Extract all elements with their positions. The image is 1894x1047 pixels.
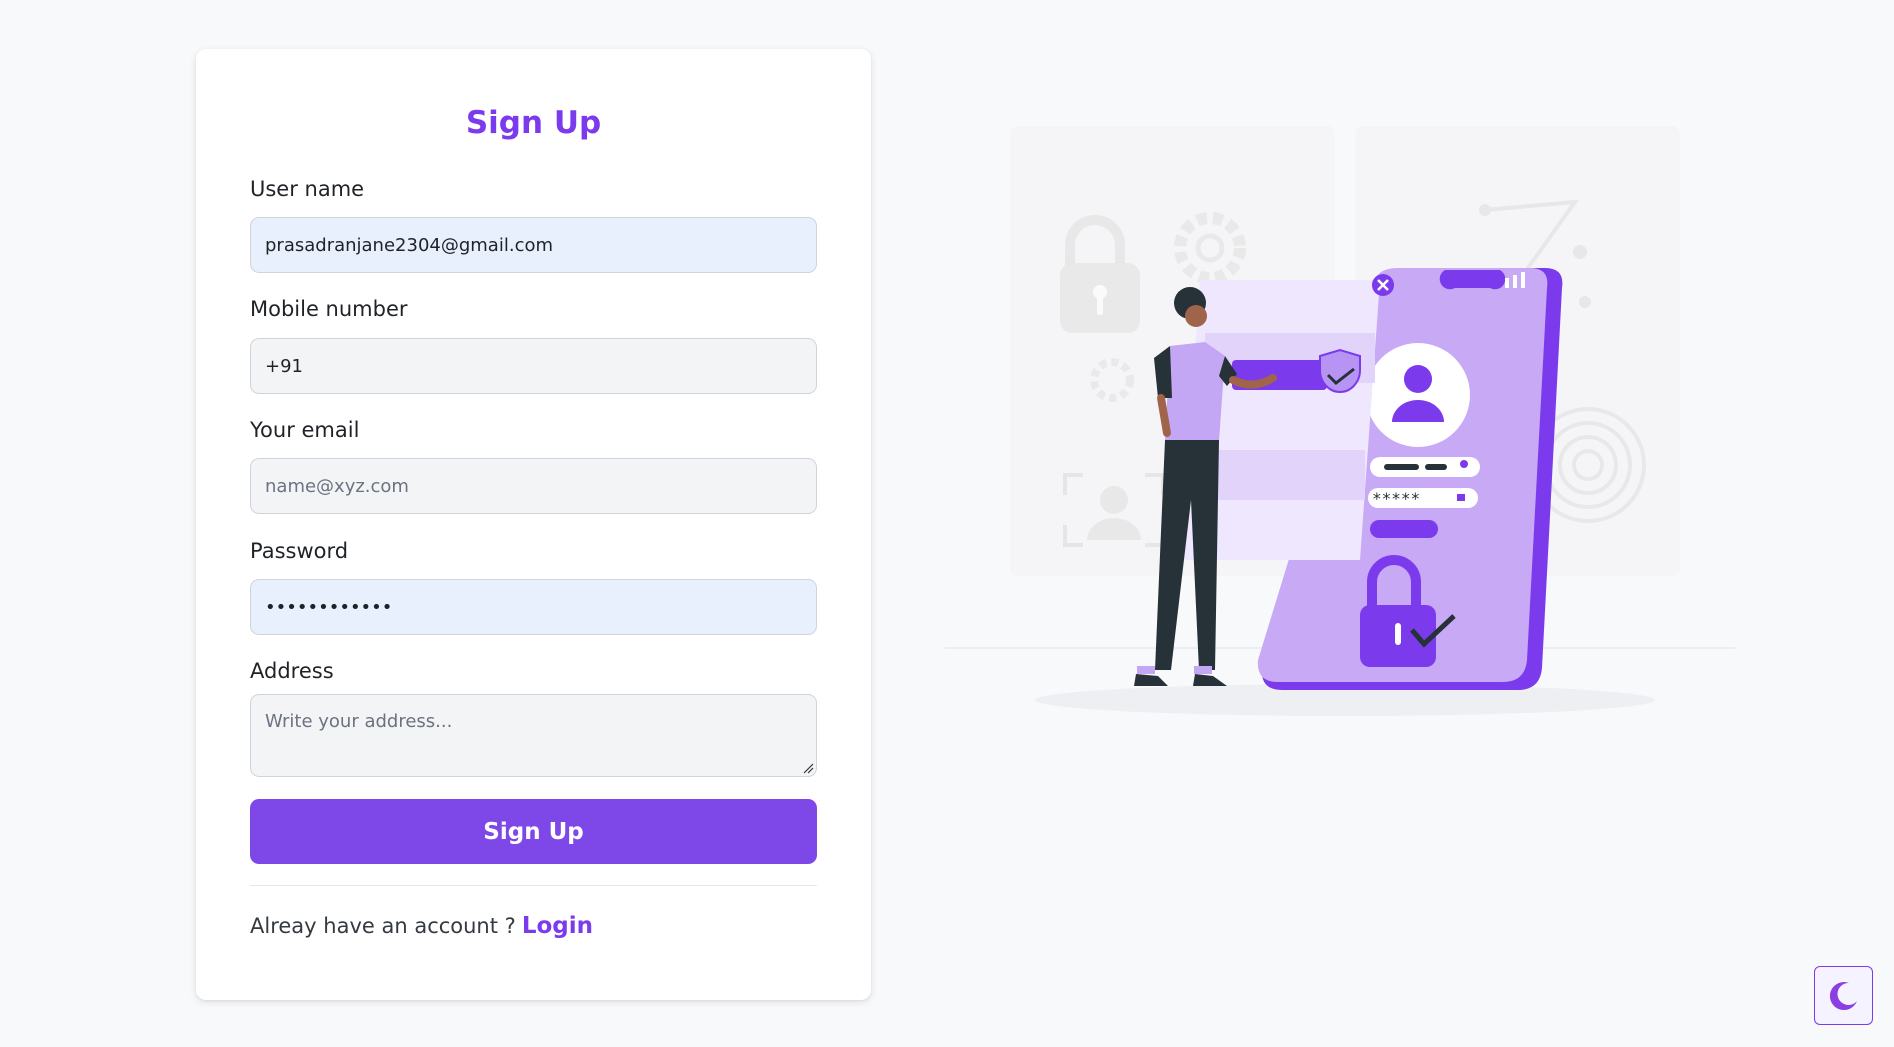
network-node-icon xyxy=(1579,296,1591,308)
username-label: User name xyxy=(250,177,365,201)
password-mask: ***** xyxy=(1372,489,1420,508)
username-dash-icon xyxy=(1425,464,1447,470)
network-node-icon xyxy=(1573,245,1587,259)
signal-bars-icon xyxy=(1505,278,1509,288)
big-lock-keyhole-icon xyxy=(1395,623,1401,645)
moon-icon xyxy=(1829,981,1857,1010)
user-icon xyxy=(1404,365,1432,393)
avatar-circle xyxy=(1366,343,1470,447)
mobile-input[interactable]: +91 xyxy=(250,338,817,394)
shield-icon xyxy=(1319,348,1361,394)
email-placeholder: name@xyz.com xyxy=(265,475,409,497)
mini-lock-icon xyxy=(1457,494,1465,501)
mini-user-icon xyxy=(1460,460,1468,468)
login-panel-row xyxy=(1195,450,1365,500)
username-input[interactable]: prasadranjane2304@gmail.com xyxy=(250,217,817,273)
login-prompt-text: Alreay have an account ? xyxy=(250,914,516,938)
address-textarea[interactable]: Write your address... xyxy=(250,694,817,777)
person-sock xyxy=(1194,666,1212,674)
login-pill xyxy=(1370,520,1438,538)
person-vest xyxy=(1165,342,1225,441)
email-input[interactable]: name@xyz.com xyxy=(250,458,817,514)
username-value: prasadranjane2304@gmail.com xyxy=(265,234,554,256)
signal-bars-icon xyxy=(1513,275,1517,288)
username-dash-icon xyxy=(1384,464,1419,470)
keyhole-slot-icon xyxy=(1097,295,1103,315)
mobile-value: +91 xyxy=(265,355,303,377)
password-input[interactable]: •••••••••••• xyxy=(250,579,817,635)
page-title: Sign Up xyxy=(465,105,602,141)
mobile-login-security-illustration: ***** xyxy=(945,126,1735,716)
person-shoe xyxy=(1193,674,1227,686)
signup-button[interactable]: Sign Up xyxy=(250,799,817,864)
network-node-icon xyxy=(1479,204,1491,216)
signal-bars-icon xyxy=(1521,272,1525,288)
person-sock xyxy=(1137,666,1155,674)
email-label: Your email xyxy=(250,418,360,442)
person-face xyxy=(1185,305,1207,327)
divider xyxy=(250,885,817,886)
address-placeholder: Write your address... xyxy=(265,711,453,732)
theme-toggle-button[interactable] xyxy=(1814,966,1873,1025)
phone-notch xyxy=(1439,270,1506,290)
resize-handle-icon[interactable] xyxy=(802,762,814,774)
signup-card: Sign Up User name prasadranjane2304@gmai… xyxy=(196,49,871,1000)
login-link[interactable]: Login xyxy=(522,913,593,939)
password-value: •••••••••••• xyxy=(265,596,393,618)
address-label: Address xyxy=(250,659,334,683)
password-label: Password xyxy=(250,539,349,563)
mobile-label: Mobile number xyxy=(250,297,408,321)
face-scan-head-icon xyxy=(1100,486,1128,514)
login-prompt: Alreay have an account ? Login xyxy=(250,913,593,939)
person-shoe xyxy=(1134,674,1168,686)
